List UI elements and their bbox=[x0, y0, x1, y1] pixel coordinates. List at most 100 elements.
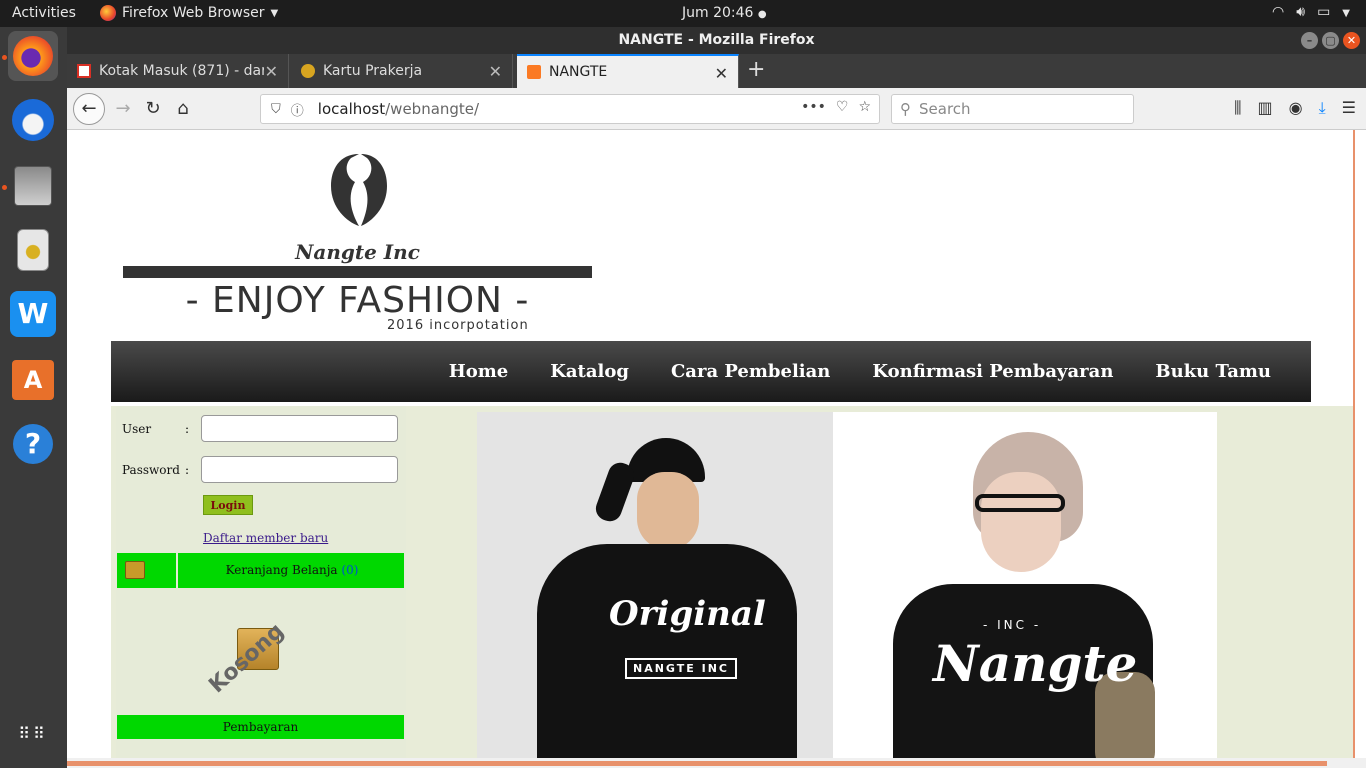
vertical-scrollbar[interactable] bbox=[1353, 130, 1366, 758]
cart-title: Keranjang Belanja (0) bbox=[180, 553, 404, 588]
tab-bar: Kotak Masuk (871) - daru ✕ Kartu Prakerj… bbox=[67, 54, 1366, 88]
model-photo-left: Original NANGTE INC bbox=[477, 412, 833, 758]
shirt-text-original: Original bbox=[609, 594, 766, 634]
chevron-down-icon: ▼ bbox=[270, 7, 279, 19]
dock-wps-office[interactable]: W bbox=[8, 289, 58, 339]
empty-cart: Kosong bbox=[204, 616, 331, 716]
menu-konfirmasi-pembayaran[interactable]: Konfirmasi Pembayaran bbox=[872, 361, 1113, 382]
search-input[interactable]: ⚲ Search bbox=[891, 94, 1134, 124]
close-tab-icon[interactable]: ✕ bbox=[489, 62, 502, 81]
firefox-window: NANGTE - Mozilla Firefox – ▢ ✕ Kotak Mas… bbox=[67, 27, 1366, 768]
site-logo[interactable]: Nangte Inc - ENJOY FASHION - 2016 incorp… bbox=[123, 148, 592, 338]
login-button[interactable]: Login bbox=[203, 495, 253, 515]
password-label: Password bbox=[122, 463, 180, 477]
activities-button[interactable]: Activities bbox=[12, 5, 76, 21]
wps-icon: W bbox=[10, 291, 56, 337]
glasses-shape bbox=[975, 494, 1065, 512]
sidebar-icon[interactable]: ▥ bbox=[1257, 98, 1272, 118]
dock-rhythmbox[interactable] bbox=[8, 225, 58, 275]
garuda-icon bbox=[301, 64, 315, 78]
horizontal-scrollbar[interactable] bbox=[67, 761, 1327, 766]
battery-icon: ▭ bbox=[1317, 4, 1331, 20]
download-icon[interactable]: ⤓ bbox=[1319, 98, 1326, 118]
shopping-bag-icon bbox=[125, 561, 145, 579]
speaker-icon bbox=[17, 229, 49, 271]
library-icon[interactable]: ⫼ bbox=[1234, 98, 1241, 118]
register-link[interactable]: Daftar member baru bbox=[203, 531, 328, 545]
pocket-icon[interactable]: ♡ bbox=[836, 99, 849, 115]
shirt-text-nangte-inc: NANGTE INC bbox=[625, 658, 737, 679]
search-icon: ⚲ bbox=[900, 100, 911, 118]
app-menu-label: Firefox Web Browser bbox=[122, 5, 265, 21]
reload-button[interactable]: ↻ bbox=[139, 95, 167, 123]
help-icon: ? bbox=[13, 424, 53, 464]
bookmark-star-icon[interactable]: ☆ bbox=[858, 99, 871, 115]
tab-nangte[interactable]: NANGTE ✕ bbox=[517, 54, 739, 88]
shopping-bag-icon: A bbox=[12, 360, 54, 400]
shirt-text-nangte: Nangte bbox=[933, 634, 1138, 693]
dock-thunderbird[interactable] bbox=[8, 95, 58, 145]
menu-home[interactable]: Home bbox=[449, 361, 509, 382]
dock-software-center[interactable]: A bbox=[8, 355, 58, 405]
window-controls: – ▢ ✕ bbox=[1301, 32, 1360, 49]
cart-label: Keranjang Belanja bbox=[225, 563, 338, 577]
system-top-bar: Activities Firefox Web Browser ▼ Jum 20:… bbox=[0, 0, 1366, 27]
info-icon[interactable]: ⓘ bbox=[291, 100, 304, 119]
url-host: localhost bbox=[317, 100, 386, 118]
dock-show-apps[interactable]: ⠿⠿ bbox=[8, 709, 58, 759]
system-tray[interactable]: ◠ 🔊︎ ▭ ▼ bbox=[1272, 4, 1350, 24]
dock-firefox[interactable] bbox=[8, 31, 58, 81]
home-button[interactable]: ⌂ bbox=[169, 95, 197, 123]
cart-count: (0) bbox=[341, 563, 359, 577]
running-indicator bbox=[2, 185, 7, 190]
close-window-button[interactable]: ✕ bbox=[1343, 32, 1360, 49]
toolbar-right: ⫼ ▥ ◉ ⤓ ☰ bbox=[1234, 98, 1356, 118]
forward-button[interactable]: → bbox=[109, 95, 137, 123]
shirt-text-inc: - INC - bbox=[983, 618, 1042, 632]
app-menu[interactable]: Firefox Web Browser ▼ bbox=[100, 5, 278, 21]
clock[interactable]: Jum 20:46 ● bbox=[682, 5, 767, 21]
url-bar[interactable]: ⛉ ⓘ localhost/webnangte/ ••• ♡ ☆ bbox=[260, 94, 880, 124]
back-button[interactable]: ← bbox=[73, 93, 105, 125]
menu-buku-tamu[interactable]: Buku Tamu bbox=[1155, 361, 1271, 382]
face-shape bbox=[981, 472, 1061, 572]
search-placeholder: Search bbox=[919, 100, 971, 118]
url-path: /webnangte/ bbox=[385, 100, 480, 118]
menu-cara-pembelian[interactable]: Cara Pembelian bbox=[671, 361, 830, 382]
hamburger-menu-icon[interactable]: ☰ bbox=[1342, 98, 1356, 118]
gmail-icon bbox=[77, 64, 91, 78]
since-text: 2016 incorpotation bbox=[387, 318, 529, 333]
volume-icon: 🔊︎ bbox=[1296, 4, 1306, 20]
logo-divider bbox=[123, 266, 592, 278]
minimize-button[interactable]: – bbox=[1301, 32, 1318, 49]
close-tab-icon[interactable]: ✕ bbox=[715, 64, 728, 83]
user-input[interactable] bbox=[201, 415, 398, 442]
clock-text: Jum 20:46 bbox=[682, 5, 754, 21]
tab-prakerja[interactable]: Kartu Prakerja ✕ bbox=[291, 54, 513, 88]
password-input[interactable] bbox=[201, 456, 398, 483]
menu-katalog[interactable]: Katalog bbox=[550, 361, 629, 382]
shield-icon[interactable]: ⛉ bbox=[271, 102, 281, 117]
app-grid-icon: ⠿⠿ bbox=[18, 724, 48, 743]
payment-button[interactable]: Pembayaran bbox=[117, 715, 404, 739]
colon: : bbox=[185, 422, 190, 436]
title-bar: NANGTE - Mozilla Firefox – ▢ ✕ bbox=[67, 27, 1366, 54]
account-icon[interactable]: ◉ bbox=[1289, 98, 1303, 118]
tagline: - ENJOY FASHION - bbox=[185, 280, 530, 321]
close-tab-icon[interactable]: ✕ bbox=[265, 62, 278, 81]
dock-help[interactable]: ? bbox=[8, 419, 58, 469]
maximize-button[interactable]: ▢ bbox=[1322, 32, 1339, 49]
new-tab-button[interactable]: + bbox=[747, 57, 765, 82]
face-shape bbox=[637, 472, 699, 550]
brand-name: Nangte Inc bbox=[295, 240, 420, 264]
tab-label: Kotak Masuk (871) - daru bbox=[99, 63, 264, 79]
page-actions-icon[interactable]: ••• bbox=[801, 99, 826, 115]
dock-files[interactable] bbox=[8, 161, 58, 211]
tab-gmail[interactable]: Kotak Masuk (871) - daru ✕ bbox=[67, 54, 289, 88]
tab-label: Kartu Prakerja bbox=[323, 63, 423, 79]
dock: W A ? ⠿⠿ bbox=[0, 27, 67, 768]
cart-header[interactable]: Keranjang Belanja (0) bbox=[117, 553, 404, 588]
nangte-logo-icon bbox=[331, 154, 387, 226]
wifi-icon: ◠ bbox=[1272, 4, 1285, 20]
xampp-icon bbox=[527, 65, 541, 79]
